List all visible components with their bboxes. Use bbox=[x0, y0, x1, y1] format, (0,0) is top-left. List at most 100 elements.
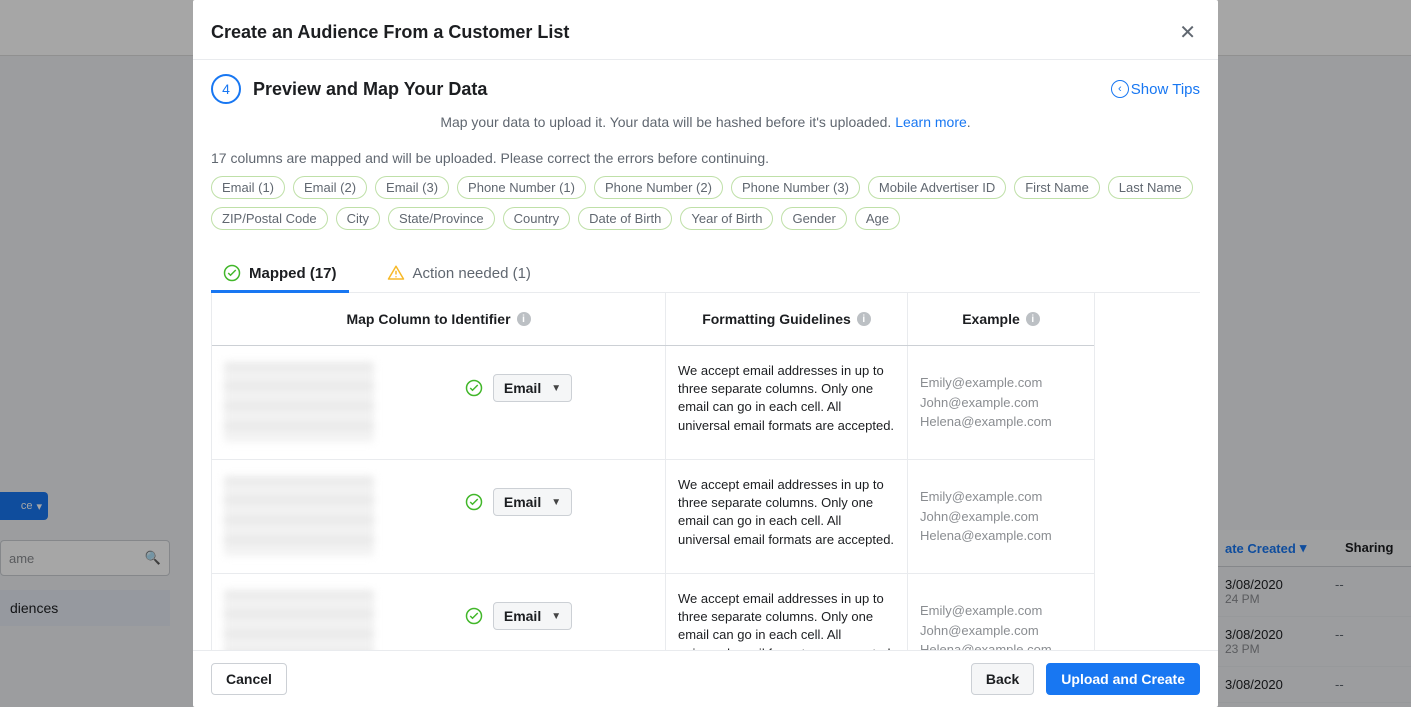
example-line: Emily@example.com bbox=[920, 601, 1082, 621]
bg-date-2: 3/08/2020 bbox=[1225, 677, 1335, 692]
bg-table-fragment: ate Created ▾ Sharing 3/08/2020 24 PM --… bbox=[1217, 530, 1411, 703]
pill-country[interactable]: Country bbox=[503, 207, 571, 230]
table-row: Email ▼ We accept email addresses in up … bbox=[212, 460, 1094, 574]
source-data-preview-blurred bbox=[224, 362, 374, 442]
info-icon[interactable]: i bbox=[517, 312, 531, 326]
caret-icon: ▾ bbox=[36, 500, 42, 513]
pill-zip[interactable]: ZIP/Postal Code bbox=[211, 207, 328, 230]
info-icon[interactable]: i bbox=[857, 312, 871, 326]
bg-date-0: 3/08/2020 bbox=[1225, 577, 1335, 592]
check-circle-icon bbox=[465, 607, 483, 625]
source-data-preview-blurred bbox=[224, 590, 374, 650]
pill-phone-2[interactable]: Phone Number (2) bbox=[594, 176, 723, 199]
info-icon[interactable]: i bbox=[1026, 312, 1040, 326]
bg-blue-button-fragment: ce ▾ bbox=[0, 492, 48, 520]
bg-share-2: -- bbox=[1335, 677, 1403, 692]
check-circle-icon bbox=[223, 264, 241, 282]
th-map-column: Map Column to Identifier i bbox=[212, 293, 666, 345]
tab-action-label: Action needed (1) bbox=[413, 265, 531, 282]
identifier-select-value: Email bbox=[504, 494, 541, 510]
chevron-left-icon: ‹ bbox=[1118, 83, 1122, 95]
mapping-table: Map Column to Identifier i Formatting Gu… bbox=[211, 293, 1095, 650]
pill-phone-3[interactable]: Phone Number (3) bbox=[731, 176, 860, 199]
example-line: John@example.com bbox=[920, 393, 1082, 413]
subtext-prefix: Map your data to upload it. Your data wi… bbox=[440, 114, 895, 130]
example-line: Helena@example.com bbox=[920, 640, 1082, 650]
th-guidelines: Formatting Guidelines i bbox=[666, 293, 908, 345]
caret-down-icon: ▼ bbox=[551, 611, 561, 622]
close-button[interactable]: ✕ bbox=[1175, 16, 1200, 49]
search-icon: 🔍 bbox=[145, 550, 161, 566]
pill-email-3[interactable]: Email (3) bbox=[375, 176, 449, 199]
modal-footer: Cancel Back Upload and Create bbox=[193, 650, 1218, 707]
tab-mapped[interactable]: Mapped (17) bbox=[223, 252, 337, 292]
bg-sidebar-audiences: diences bbox=[0, 590, 170, 626]
source-data-preview-blurred bbox=[224, 476, 374, 556]
pill-age[interactable]: Age bbox=[855, 207, 900, 230]
pill-state[interactable]: State/Province bbox=[388, 207, 495, 230]
check-circle-icon bbox=[465, 379, 483, 397]
columns-summary: 17 columns are mapped and will be upload… bbox=[211, 150, 1200, 166]
subtext: Map your data to upload it. Your data wi… bbox=[211, 114, 1200, 130]
bg-sharing-header: Sharing bbox=[1345, 540, 1403, 556]
pill-last-name[interactable]: Last Name bbox=[1108, 176, 1193, 199]
tabs: Mapped (17) Action needed (1) bbox=[211, 252, 1200, 293]
pill-city[interactable]: City bbox=[336, 207, 380, 230]
upload-and-create-button[interactable]: Upload and Create bbox=[1046, 663, 1200, 695]
bg-sidebar-label: diences bbox=[10, 600, 58, 616]
mapped-fields-pills: Email (1) Email (2) Email (3) Phone Numb… bbox=[211, 176, 1200, 230]
th-guide-label: Formatting Guidelines bbox=[702, 311, 851, 327]
modal-body: 4 Preview and Map Your Data ‹ Show Tips … bbox=[193, 60, 1218, 650]
pill-phone-1[interactable]: Phone Number (1) bbox=[457, 176, 586, 199]
table-head: Map Column to Identifier i Formatting Gu… bbox=[212, 293, 1094, 346]
step-title: Preview and Map Your Data bbox=[253, 79, 487, 100]
pill-mobile-advertiser-id[interactable]: Mobile Advertiser ID bbox=[868, 176, 1006, 199]
bg-search-input-fragment: ame 🔍 bbox=[0, 540, 170, 576]
pill-gender[interactable]: Gender bbox=[781, 207, 846, 230]
bg-date-1: 3/08/2020 bbox=[1225, 627, 1335, 642]
identifier-select[interactable]: Email ▼ bbox=[493, 602, 572, 630]
back-button[interactable]: Back bbox=[971, 663, 1034, 695]
example-line: Emily@example.com bbox=[920, 487, 1082, 507]
example-cell: Emily@example.com John@example.com Helen… bbox=[908, 346, 1094, 459]
step-number-badge: 4 bbox=[211, 74, 241, 104]
example-cell: Emily@example.com John@example.com Helen… bbox=[908, 574, 1094, 650]
example-line: John@example.com bbox=[920, 621, 1082, 641]
show-tips-link[interactable]: ‹ Show Tips bbox=[1111, 80, 1200, 98]
pill-email-1[interactable]: Email (1) bbox=[211, 176, 285, 199]
pill-yob[interactable]: Year of Birth bbox=[680, 207, 773, 230]
tips-circle-icon: ‹ bbox=[1111, 80, 1129, 98]
step-header-row: 4 Preview and Map Your Data ‹ Show Tips bbox=[211, 74, 1200, 104]
map-cell: Email ▼ bbox=[212, 460, 666, 573]
example-line: John@example.com bbox=[920, 507, 1082, 527]
learn-more-link[interactable]: Learn more bbox=[895, 114, 967, 130]
caret-down-icon: ▼ bbox=[551, 383, 561, 394]
identifier-select-value: Email bbox=[504, 608, 541, 624]
bg-time-0: 24 PM bbox=[1225, 592, 1335, 606]
show-tips-label: Show Tips bbox=[1131, 81, 1200, 98]
example-line: Emily@example.com bbox=[920, 373, 1082, 393]
modal-title: Create an Audience From a Customer List bbox=[211, 22, 569, 43]
th-map-label: Map Column to Identifier bbox=[346, 311, 510, 327]
identifier-select[interactable]: Email ▼ bbox=[493, 488, 572, 516]
pill-dob[interactable]: Date of Birth bbox=[578, 207, 672, 230]
th-example: Example i bbox=[908, 293, 1094, 345]
bg-date-header: ate Created bbox=[1225, 541, 1296, 556]
guidelines-cell: We accept email addresses in up to three… bbox=[666, 346, 908, 459]
pill-first-name[interactable]: First Name bbox=[1014, 176, 1100, 199]
identifier-select-value: Email bbox=[504, 380, 541, 396]
identifier-select[interactable]: Email ▼ bbox=[493, 374, 572, 402]
warning-triangle-icon bbox=[387, 264, 405, 282]
close-icon: ✕ bbox=[1179, 22, 1196, 44]
map-cell: Email ▼ bbox=[212, 574, 666, 650]
cancel-button[interactable]: Cancel bbox=[211, 663, 287, 695]
example-line: Helena@example.com bbox=[920, 412, 1082, 432]
pill-email-2[interactable]: Email (2) bbox=[293, 176, 367, 199]
tab-action-needed[interactable]: Action needed (1) bbox=[387, 252, 531, 292]
table-row: Email ▼ We accept email addresses in up … bbox=[212, 574, 1094, 650]
modal-header: Create an Audience From a Customer List … bbox=[193, 0, 1218, 60]
tab-mapped-label: Mapped (17) bbox=[249, 265, 337, 282]
create-audience-modal: Create an Audience From a Customer List … bbox=[193, 0, 1218, 707]
guidelines-cell: We accept email addresses in up to three… bbox=[666, 460, 908, 573]
subtext-suffix: . bbox=[967, 114, 971, 130]
